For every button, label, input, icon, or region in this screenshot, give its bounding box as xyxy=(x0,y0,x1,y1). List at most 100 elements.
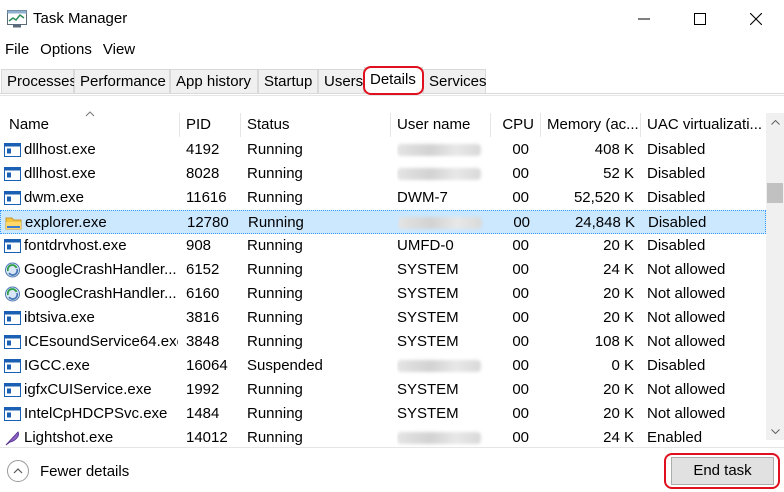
cell-pid: 11616 xyxy=(186,189,227,206)
table-row[interactable]: ICEsoundService64.exe 3848 Running SYSTEM 00… xyxy=(0,330,766,354)
column-header-status[interactable]: Status xyxy=(241,113,391,137)
collapse-circle-icon xyxy=(7,460,29,482)
cell-user: SYSTEM xyxy=(397,261,459,278)
task-manager-icon xyxy=(7,10,27,28)
window-app-icon xyxy=(4,191,21,205)
cell-status: Running xyxy=(247,333,303,350)
cell-user: UMFD-0 xyxy=(397,237,454,254)
scroll-down-button[interactable] xyxy=(766,422,784,440)
window-title: Task Manager xyxy=(33,10,128,27)
cell-cpu: 00 xyxy=(512,261,529,278)
cell-memory: 24 K xyxy=(603,261,634,278)
redacted-user-name xyxy=(398,217,482,229)
cell-pid: 3848 xyxy=(186,333,220,350)
cell-name: GoogleCrashHandler.... xyxy=(24,285,178,302)
cell-uac: Disabled xyxy=(647,237,706,254)
cell-pid: 12780 xyxy=(187,214,229,231)
cell-cpu: 00 xyxy=(512,189,529,206)
chevron-up-icon xyxy=(770,119,780,125)
cell-uac: Disabled xyxy=(647,189,706,206)
cell-status: Running xyxy=(247,141,303,158)
table-row[interactable]: GoogleCrashHandler.... 6152 Running SYSTEM 0… xyxy=(0,258,766,282)
cell-cpu: 00 xyxy=(513,214,530,231)
table-row[interactable]: explorer.exe 12780 Running 00 24,848 K Disabl… xyxy=(0,210,766,234)
menu-options[interactable]: Options xyxy=(35,39,98,63)
cell-name: GoogleCrashHandler.... xyxy=(24,261,178,278)
tab-users[interactable]: Users xyxy=(318,69,364,93)
redacted-user-name xyxy=(397,360,481,372)
tab-details[interactable]: Details xyxy=(364,67,423,93)
column-header-name[interactable]: Name xyxy=(0,113,180,137)
table-row[interactable]: GoogleCrashHandler.... 6160 Running SYSTEM 0… xyxy=(0,282,766,306)
cell-user: SYSTEM xyxy=(397,309,459,326)
cell-cpu: 00 xyxy=(512,285,529,302)
cell-name: IntelCpHDCPSvc.exe xyxy=(24,405,168,422)
fewer-details-button[interactable]: Fewer details xyxy=(7,460,129,482)
cell-uac: Disabled xyxy=(647,141,706,158)
window-app-icon xyxy=(4,239,21,253)
cell-status: Running xyxy=(247,285,303,302)
scroll-up-button[interactable] xyxy=(766,113,784,131)
fewer-details-label: Fewer details xyxy=(40,462,130,480)
tab-performance[interactable]: Performance xyxy=(74,69,170,93)
table-row[interactable]: igfxCUIService.exe 1992 Running SYSTEM 00 20 … xyxy=(0,378,766,402)
cell-status: Running xyxy=(247,165,303,182)
window-app-icon xyxy=(4,167,21,181)
table-row[interactable]: dllhost.exe 4192 Running 00 408 K Disabled xyxy=(0,138,766,162)
column-header-row: Name PID Status User name CPU Memory (ac… xyxy=(0,113,766,137)
column-header-cpu[interactable]: CPU xyxy=(491,113,541,137)
vertical-scrollbar[interactable] xyxy=(766,113,784,440)
redacted-user-name xyxy=(397,432,481,444)
minimize-icon xyxy=(638,18,650,20)
column-header-memory[interactable]: Memory (ac... xyxy=(541,113,641,137)
chevron-down-icon xyxy=(770,428,780,434)
end-task-button[interactable]: End task xyxy=(671,457,774,485)
cell-name: dllhost.exe xyxy=(24,141,96,158)
cell-status: Running xyxy=(247,405,303,422)
table-row[interactable]: dllhost.exe 8028 Running 00 52 K Disabled xyxy=(0,162,766,186)
table-row[interactable]: fontdrvhost.exe 908 Running UMFD-0 00 20 K Dis… xyxy=(0,234,766,258)
maximize-button[interactable] xyxy=(672,0,728,38)
cell-status: Running xyxy=(248,214,304,231)
cell-cpu: 00 xyxy=(512,357,529,374)
tab-services[interactable]: Services xyxy=(423,69,487,93)
tab-processes[interactable]: Processes xyxy=(1,69,77,93)
close-icon xyxy=(750,13,762,25)
cell-pid: 4192 xyxy=(186,141,220,158)
cell-cpu: 00 xyxy=(512,405,529,422)
column-header-pid[interactable]: PID xyxy=(180,113,241,137)
tab-startup[interactable]: Startup xyxy=(258,69,318,93)
footer-bar: Fewer details End task xyxy=(0,447,784,492)
cell-cpu: 00 xyxy=(512,165,529,182)
column-header-uac[interactable]: UAC virtualizati... xyxy=(641,113,766,137)
cell-memory: 20 K xyxy=(603,405,634,422)
table-row[interactable]: IntelCpHDCPSvc.exe 1484 Running SYSTEM 00 20 … xyxy=(0,402,766,426)
close-button[interactable] xyxy=(728,0,784,38)
cell-uac: Not allowed xyxy=(647,261,726,278)
cell-user xyxy=(397,162,491,186)
scrollbar-thumb[interactable] xyxy=(767,183,783,203)
window-app-icon xyxy=(4,311,21,325)
title-bar: Task Manager xyxy=(0,0,784,38)
table-row[interactable]: ibtsiva.exe 3816 Running SYSTEM 00 20 K Not al… xyxy=(0,306,766,330)
menu-view[interactable]: View xyxy=(98,39,141,63)
cell-memory: 24,848 K xyxy=(574,214,635,231)
table-row[interactable]: dwm.exe 11616 Running DWM-7 00 52,520 K Disabl… xyxy=(0,186,766,210)
cell-user: SYSTEM xyxy=(397,285,459,302)
menu-file[interactable]: File xyxy=(0,39,35,63)
cell-user: DWM-7 xyxy=(397,189,448,206)
cell-user: SYSTEM xyxy=(397,405,459,422)
redacted-user-name xyxy=(397,168,481,180)
cell-user xyxy=(397,138,491,162)
minimize-button[interactable] xyxy=(616,0,672,38)
cell-user xyxy=(398,211,492,235)
chevron-up-icon xyxy=(13,468,23,474)
cell-uac: Disabled xyxy=(648,214,707,231)
tab-app-history[interactable]: App history xyxy=(170,69,258,93)
cell-uac: Disabled xyxy=(647,357,706,374)
cell-user xyxy=(397,354,491,378)
column-header-user-name[interactable]: User name xyxy=(391,113,491,137)
table-row[interactable]: IGCC.exe 16064 Suspended 00 0 K Disabled xyxy=(0,354,766,378)
cell-memory: 52 K xyxy=(603,165,634,182)
cell-status: Running xyxy=(247,261,303,278)
